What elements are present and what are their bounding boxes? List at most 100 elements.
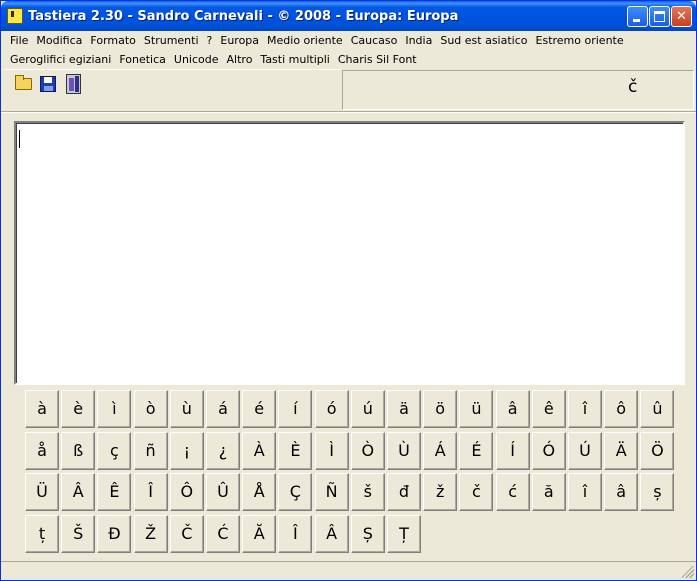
char-key[interactable]: Ù	[387, 431, 421, 470]
char-key[interactable]: ò	[133, 390, 168, 428]
char-key[interactable]: å	[25, 431, 59, 470]
char-key[interactable]: Í	[495, 431, 530, 470]
char-key[interactable]: Đ	[97, 514, 132, 553]
char-key[interactable]: û	[640, 390, 675, 428]
menu-estremo-oriente[interactable]: Estremo oriente	[531, 31, 627, 50]
char-key[interactable]: Á	[423, 431, 458, 470]
char-key[interactable]: ¿	[206, 431, 240, 470]
menu-geroglifici-egiziani[interactable]: Geroglifici egiziani	[5, 50, 114, 69]
char-key[interactable]: Ć	[206, 514, 240, 553]
char-key[interactable]: š	[350, 473, 385, 511]
char-key[interactable]: î	[568, 390, 602, 428]
save-disk-icon	[40, 76, 56, 92]
character-keypad: à è ì ò ù á é í ó ú ä ö ü â ê î ô û å ß ç ñ ¡ ¿ À È Ì Ò Ù Á É Í Ó Ú Ä Ö Ü Â Ê Î…	[25, 390, 675, 556]
char-key[interactable]: ç	[97, 431, 132, 470]
char-key[interactable]: Ô	[169, 473, 204, 511]
maximize-button[interactable]	[649, 6, 670, 27]
char-key[interactable]: Ș	[350, 514, 385, 553]
char-key[interactable]: Ç	[278, 473, 313, 511]
menu-unicode[interactable]: Unicode	[169, 50, 222, 69]
char-key[interactable]: ă	[531, 473, 566, 511]
menu-help[interactable]: ?	[202, 31, 216, 50]
menu-fonetica[interactable]: Fonetica	[114, 50, 169, 69]
separator	[1, 111, 696, 113]
exit-button[interactable]	[62, 73, 85, 95]
status-bar	[1, 561, 696, 580]
save-button[interactable]	[37, 73, 60, 95]
char-key[interactable]: â	[604, 473, 639, 511]
menu-medio-oriente[interactable]: Medio oriente	[262, 31, 346, 50]
char-key[interactable]: ú	[350, 390, 385, 428]
char-key[interactable]: Î	[278, 514, 313, 553]
char-key[interactable]: ñ	[133, 431, 168, 470]
char-key[interactable]: Ü	[25, 473, 59, 511]
resize-grip-icon[interactable]	[682, 566, 694, 578]
char-key[interactable]: à	[25, 390, 59, 428]
char-key[interactable]: é	[242, 390, 277, 428]
char-key[interactable]: ș	[640, 473, 675, 511]
menu-file[interactable]: File	[5, 31, 31, 50]
menu-india[interactable]: India	[400, 31, 435, 50]
menu-caucaso[interactable]: Caucaso	[346, 31, 401, 50]
title-bar[interactable]: Tastiera 2.30 - Sandro Carnevali - © 200…	[1, 1, 696, 31]
char-key[interactable]: Ì	[314, 431, 349, 470]
menu-formato[interactable]: Formato	[85, 31, 139, 50]
char-key[interactable]: í	[278, 390, 313, 428]
menu-strumenti[interactable]: Strumenti	[139, 31, 202, 50]
char-key[interactable]: đ	[387, 473, 421, 511]
char-key[interactable]: ê	[531, 390, 566, 428]
char-key[interactable]: á	[206, 390, 240, 428]
menu-altro[interactable]: Altro	[222, 50, 256, 69]
char-key[interactable]: Î	[133, 473, 168, 511]
char-key[interactable]: ó	[314, 390, 349, 428]
menu-modifica[interactable]: Modifica	[31, 31, 85, 50]
char-key[interactable]: ä	[387, 390, 421, 428]
char-key[interactable]: ü	[459, 390, 494, 428]
char-key[interactable]: Ă	[242, 514, 277, 553]
char-key[interactable]: À	[242, 431, 277, 470]
text-editor[interactable]	[14, 121, 685, 385]
open-button[interactable]	[12, 73, 35, 95]
char-key[interactable]: Ú	[568, 431, 602, 470]
char-key[interactable]: Ñ	[314, 473, 349, 511]
char-key[interactable]: É	[459, 431, 494, 470]
char-key[interactable]: ù	[169, 390, 204, 428]
menu-tasti-multipli[interactable]: Tasti multipli	[255, 50, 332, 69]
char-key[interactable]: Ž	[133, 514, 168, 553]
char-key[interactable]: ¡	[169, 431, 204, 470]
char-key[interactable]: ž	[423, 473, 458, 511]
char-key[interactable]: Ö	[640, 431, 675, 470]
close-button[interactable]: ✕	[671, 6, 692, 27]
menu-bar-secondary: Geroglifici egiziani Fonetica Unicode Altro…	[5, 50, 693, 69]
char-key[interactable]: Â	[314, 514, 349, 553]
char-key[interactable]: Û	[206, 473, 240, 511]
char-key[interactable]: ć	[495, 473, 530, 511]
char-key[interactable]: Ê	[97, 473, 132, 511]
char-key[interactable]: È	[278, 431, 313, 470]
menu-europa[interactable]: Europa	[215, 31, 262, 50]
char-key[interactable]: ô	[604, 390, 639, 428]
menu-sud-est-asiatico[interactable]: Sud est asiatico	[435, 31, 530, 50]
char-key[interactable]: è	[61, 390, 96, 428]
char-key[interactable]: Ó	[531, 431, 566, 470]
char-key[interactable]: ö	[423, 390, 458, 428]
char-key[interactable]: ì	[97, 390, 132, 428]
char-key[interactable]: â	[495, 390, 530, 428]
char-key[interactable]: Č	[169, 514, 204, 553]
preview-character: č	[628, 77, 638, 97]
char-key[interactable]: Ț	[387, 514, 421, 553]
char-key[interactable]: Ò	[350, 431, 385, 470]
char-key[interactable]: Š	[61, 514, 96, 553]
text-caret	[19, 130, 20, 148]
menu-charis-sil-font[interactable]: Charis Sil Font	[333, 50, 420, 69]
char-key[interactable]: î	[568, 473, 602, 511]
char-key[interactable]: Ä	[604, 431, 639, 470]
char-key[interactable]: č	[459, 473, 494, 511]
char-key[interactable]: Â	[61, 473, 96, 511]
close-icon: ✕	[676, 9, 687, 24]
char-key[interactable]: Å	[242, 473, 277, 511]
minimize-button[interactable]	[627, 6, 648, 27]
char-key[interactable]: ț	[25, 514, 59, 553]
char-key[interactable]: ß	[61, 431, 96, 470]
app-icon	[7, 8, 23, 24]
